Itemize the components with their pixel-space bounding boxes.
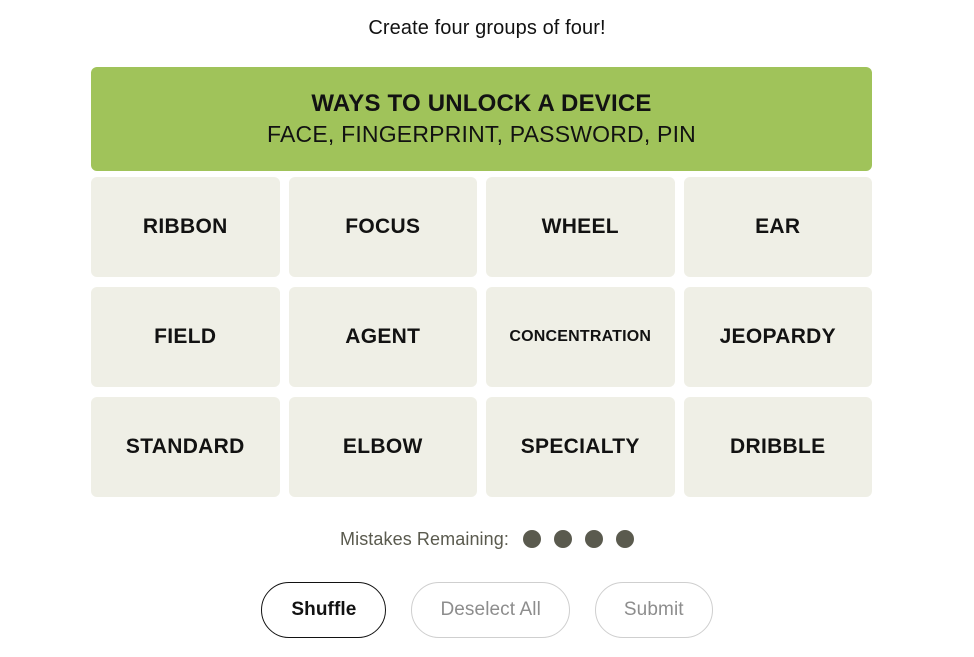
word-tile[interactable]: AGENT [288, 287, 477, 387]
word-tile[interactable]: FOCUS [288, 177, 477, 277]
solved-group-category: WAYS TO UNLOCK A DEVICE [311, 90, 652, 117]
word-tile[interactable]: ELBOW [288, 397, 477, 497]
word-tile[interactable]: DRIBBLE [683, 397, 872, 497]
connections-game: Create four groups of four! WAYS TO UNLO… [0, 0, 974, 657]
word-tile[interactable]: SPECIALTY [486, 397, 675, 497]
shuffle-button[interactable]: Shuffle [261, 582, 387, 638]
word-tile[interactable]: WHEEL [486, 177, 675, 277]
action-buttons: Shuffle Deselect All Submit [0, 582, 974, 638]
word-tile[interactable]: JEOPARDY [683, 287, 872, 387]
word-tile[interactable]: EAR [683, 177, 872, 277]
word-tile[interactable]: CONCENTRATION [486, 287, 675, 387]
deselect-all-button[interactable]: Deselect All [411, 582, 570, 638]
mistake-dots [522, 530, 634, 548]
word-tile[interactable]: STANDARD [91, 397, 280, 497]
mistake-dot [584, 530, 603, 548]
submit-button[interactable]: Submit [594, 582, 713, 638]
solved-group-row: WAYS TO UNLOCK A DEVICE FACE, FINGERPRIN… [91, 67, 872, 171]
mistakes-remaining: Mistakes Remaining: [0, 527, 974, 551]
game-board: WAYS TO UNLOCK A DEVICE FACE, FINGERPRIN… [91, 67, 872, 497]
word-tile[interactable]: FIELD [91, 287, 280, 387]
mistake-dot [615, 530, 634, 548]
mistake-dot [553, 530, 572, 548]
mistake-dot [522, 530, 541, 548]
word-tile-grid: RIBBON FOCUS WHEEL EAR FIELD AGENT CONCE… [91, 177, 872, 497]
mistakes-label: Mistakes Remaining: [340, 529, 509, 549]
page-title: Create four groups of four! [368, 17, 606, 39]
solved-group-words: FACE, FINGERPRINT, PASSWORD, PIN [267, 121, 696, 147]
word-tile[interactable]: RIBBON [91, 177, 280, 277]
